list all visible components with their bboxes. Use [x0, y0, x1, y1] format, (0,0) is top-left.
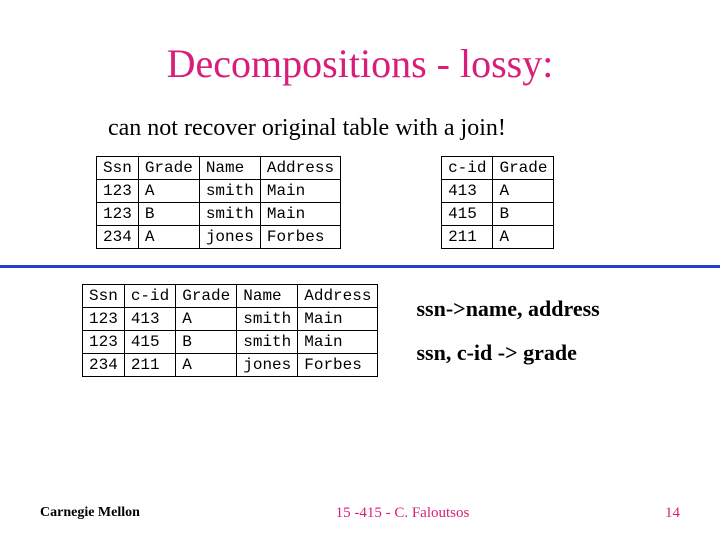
cell: 211 — [124, 354, 175, 377]
cell: 234 — [97, 226, 139, 249]
table-row: Ssn Grade Name Address — [97, 157, 341, 180]
cell: 123 — [83, 331, 125, 354]
cell: 413 — [442, 180, 493, 203]
cell: 123 — [97, 203, 139, 226]
cell: smith — [199, 203, 260, 226]
fd-line-1: ssn->name, address — [416, 296, 599, 322]
table-row: 123 A smith Main — [97, 180, 341, 203]
cell: Forbes — [260, 226, 340, 249]
cell: 123 — [83, 308, 125, 331]
table-row: 123 B smith Main — [97, 203, 341, 226]
cell: smith — [237, 308, 298, 331]
cell: Forbes — [298, 354, 378, 377]
table-right: c-id Grade 413 A 415 B 211 A — [441, 156, 554, 249]
col-header: Name — [237, 285, 298, 308]
col-header: Grade — [493, 157, 554, 180]
col-header: Grade — [176, 285, 237, 308]
slide-title: Decompositions - lossy: — [0, 0, 720, 87]
col-header: Address — [298, 285, 378, 308]
upper-tables-row: Ssn Grade Name Address 123 A smith Main … — [96, 156, 720, 249]
cell: 211 — [442, 226, 493, 249]
cell: A — [493, 180, 554, 203]
divider — [0, 265, 720, 268]
col-header: Name — [199, 157, 260, 180]
footer-left: Carnegie Mellon — [40, 505, 140, 522]
col-header: Grade — [138, 157, 199, 180]
cell: 123 — [97, 180, 139, 203]
cell: A — [138, 180, 199, 203]
col-header: Address — [260, 157, 340, 180]
cell: Main — [298, 331, 378, 354]
cell: B — [493, 203, 554, 226]
table-row: 211 A — [442, 226, 554, 249]
table-row: c-id Grade — [442, 157, 554, 180]
cell: A — [176, 308, 237, 331]
table-bottom: Ssn c-id Grade Name Address 123 413 A sm… — [82, 284, 378, 377]
table-row: Ssn c-id Grade Name Address — [83, 285, 378, 308]
col-header: c-id — [124, 285, 175, 308]
footer: Carnegie Mellon 15 -415 - C. Faloutsos 1… — [0, 505, 720, 522]
cell: 413 — [124, 308, 175, 331]
table-row: 234 A jones Forbes — [97, 226, 341, 249]
cell: A — [138, 226, 199, 249]
lower-row: Ssn c-id Grade Name Address 123 413 A sm… — [82, 284, 720, 384]
table-row: 415 B — [442, 203, 554, 226]
table-row: 123 415 B smith Main — [83, 331, 378, 354]
cell: A — [176, 354, 237, 377]
cell: 234 — [83, 354, 125, 377]
cell: 415 — [442, 203, 493, 226]
col-header: c-id — [442, 157, 493, 180]
table-row: 123 413 A smith Main — [83, 308, 378, 331]
cell: 415 — [124, 331, 175, 354]
slide-subtitle: can not recover original table with a jo… — [108, 115, 720, 142]
cell: B — [138, 203, 199, 226]
cell: smith — [199, 180, 260, 203]
cell: A — [493, 226, 554, 249]
cell: Main — [260, 203, 340, 226]
footer-page-number: 14 — [665, 505, 680, 522]
slide: Decompositions - lossy: can not recover … — [0, 0, 720, 540]
cell: Main — [298, 308, 378, 331]
table-row: 413 A — [442, 180, 554, 203]
cell: Main — [260, 180, 340, 203]
col-header: Ssn — [97, 157, 139, 180]
cell: jones — [237, 354, 298, 377]
fd-line-2: ssn, c-id -> grade — [416, 340, 599, 366]
cell: smith — [237, 331, 298, 354]
footer-center: 15 -415 - C. Faloutsos — [336, 505, 470, 522]
col-header: Ssn — [83, 285, 125, 308]
functional-dependencies: ssn->name, address ssn, c-id -> grade — [416, 296, 599, 384]
cell: jones — [199, 226, 260, 249]
table-left: Ssn Grade Name Address 123 A smith Main … — [96, 156, 341, 249]
table-row: 234 211 A jones Forbes — [83, 354, 378, 377]
cell: B — [176, 331, 237, 354]
